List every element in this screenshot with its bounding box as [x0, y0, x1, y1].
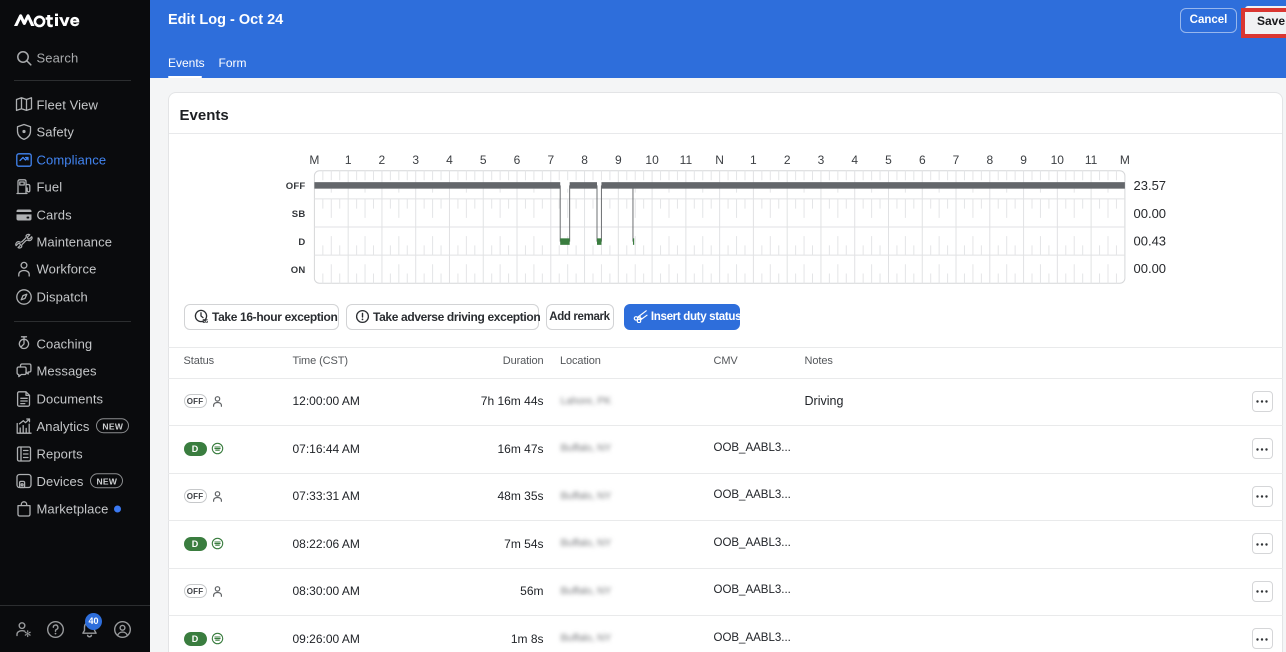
svg-text:2: 2	[379, 153, 386, 167]
svg-text:23.57: 23.57	[1134, 178, 1167, 193]
svg-text:1: 1	[345, 153, 352, 167]
svg-text:8: 8	[986, 153, 993, 167]
svg-text:SB: SB	[292, 209, 306, 220]
svg-text:M: M	[1120, 153, 1130, 167]
svg-text:11: 11	[680, 153, 693, 167]
svg-text:2: 2	[784, 153, 791, 167]
svg-text:00.00: 00.00	[1134, 261, 1167, 276]
svg-text:M: M	[309, 153, 319, 167]
svg-text:7: 7	[953, 153, 960, 167]
svg-text:10: 10	[1051, 153, 1065, 167]
svg-text:D: D	[298, 237, 305, 248]
svg-text:5: 5	[885, 153, 892, 167]
svg-text:00.00: 00.00	[1134, 206, 1167, 221]
svg-text:00.43: 00.43	[1134, 233, 1167, 248]
svg-text:8: 8	[581, 153, 588, 167]
svg-text:6: 6	[919, 153, 926, 167]
svg-text:10: 10	[645, 153, 659, 167]
svg-text:5: 5	[480, 153, 487, 167]
svg-text:N: N	[715, 153, 724, 167]
svg-text:OFF: OFF	[286, 181, 306, 192]
svg-text:6: 6	[514, 153, 521, 167]
svg-text:1: 1	[750, 153, 757, 167]
svg-text:11: 11	[1085, 153, 1098, 167]
svg-text:9: 9	[615, 153, 622, 167]
svg-text:7: 7	[547, 153, 554, 167]
svg-text:3: 3	[818, 153, 825, 167]
svg-text:16: 16	[202, 319, 208, 324]
svg-text:9: 9	[1020, 153, 1027, 167]
svg-text:4: 4	[446, 153, 453, 167]
svg-text:3: 3	[412, 153, 419, 167]
svg-text:4: 4	[851, 153, 858, 167]
svg-text:ON: ON	[291, 265, 306, 276]
